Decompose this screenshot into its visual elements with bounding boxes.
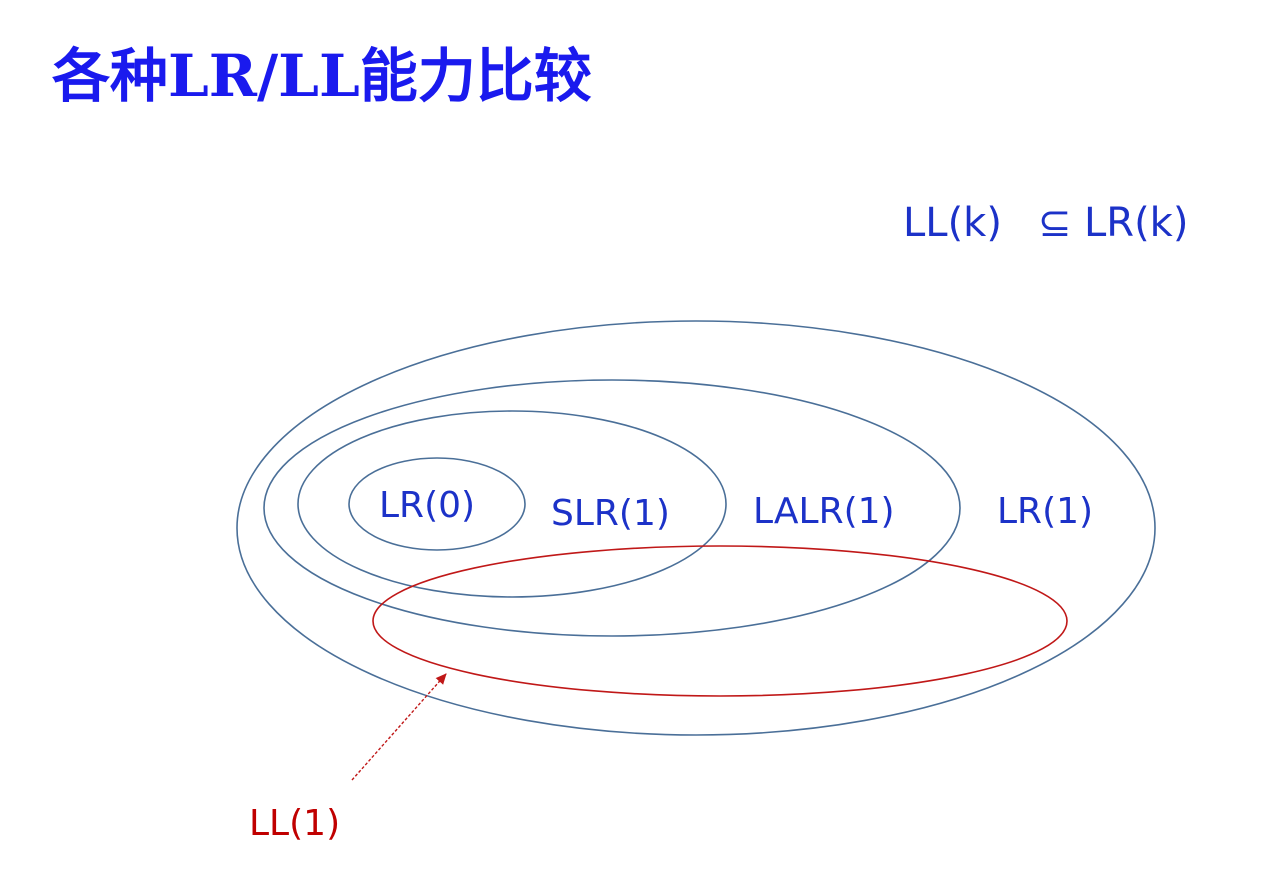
lalr1-label: LALR(1) xyxy=(753,491,895,532)
slr1-label: SLR(1) xyxy=(551,493,670,534)
relation-right: LR(k) xyxy=(1084,200,1188,246)
subset-eq-symbol: ⊆ xyxy=(1038,200,1072,246)
set-inclusion-diagram: LL(k) ⊆ LR(k) LR(0) SLR(1) LALR(1) LR(1)… xyxy=(236,200,1188,844)
relation-left: LL(k) xyxy=(903,200,1002,246)
lr1-label: LR(1) xyxy=(997,491,1093,532)
lr0-label: LR(0) xyxy=(379,485,475,526)
ll1-set-ellipse xyxy=(372,545,1068,697)
ll1-label: LL(1) xyxy=(249,803,340,844)
relation-formula: LL(k) ⊆ LR(k) xyxy=(903,200,1188,246)
ll1-pointer-arrow xyxy=(351,673,447,781)
